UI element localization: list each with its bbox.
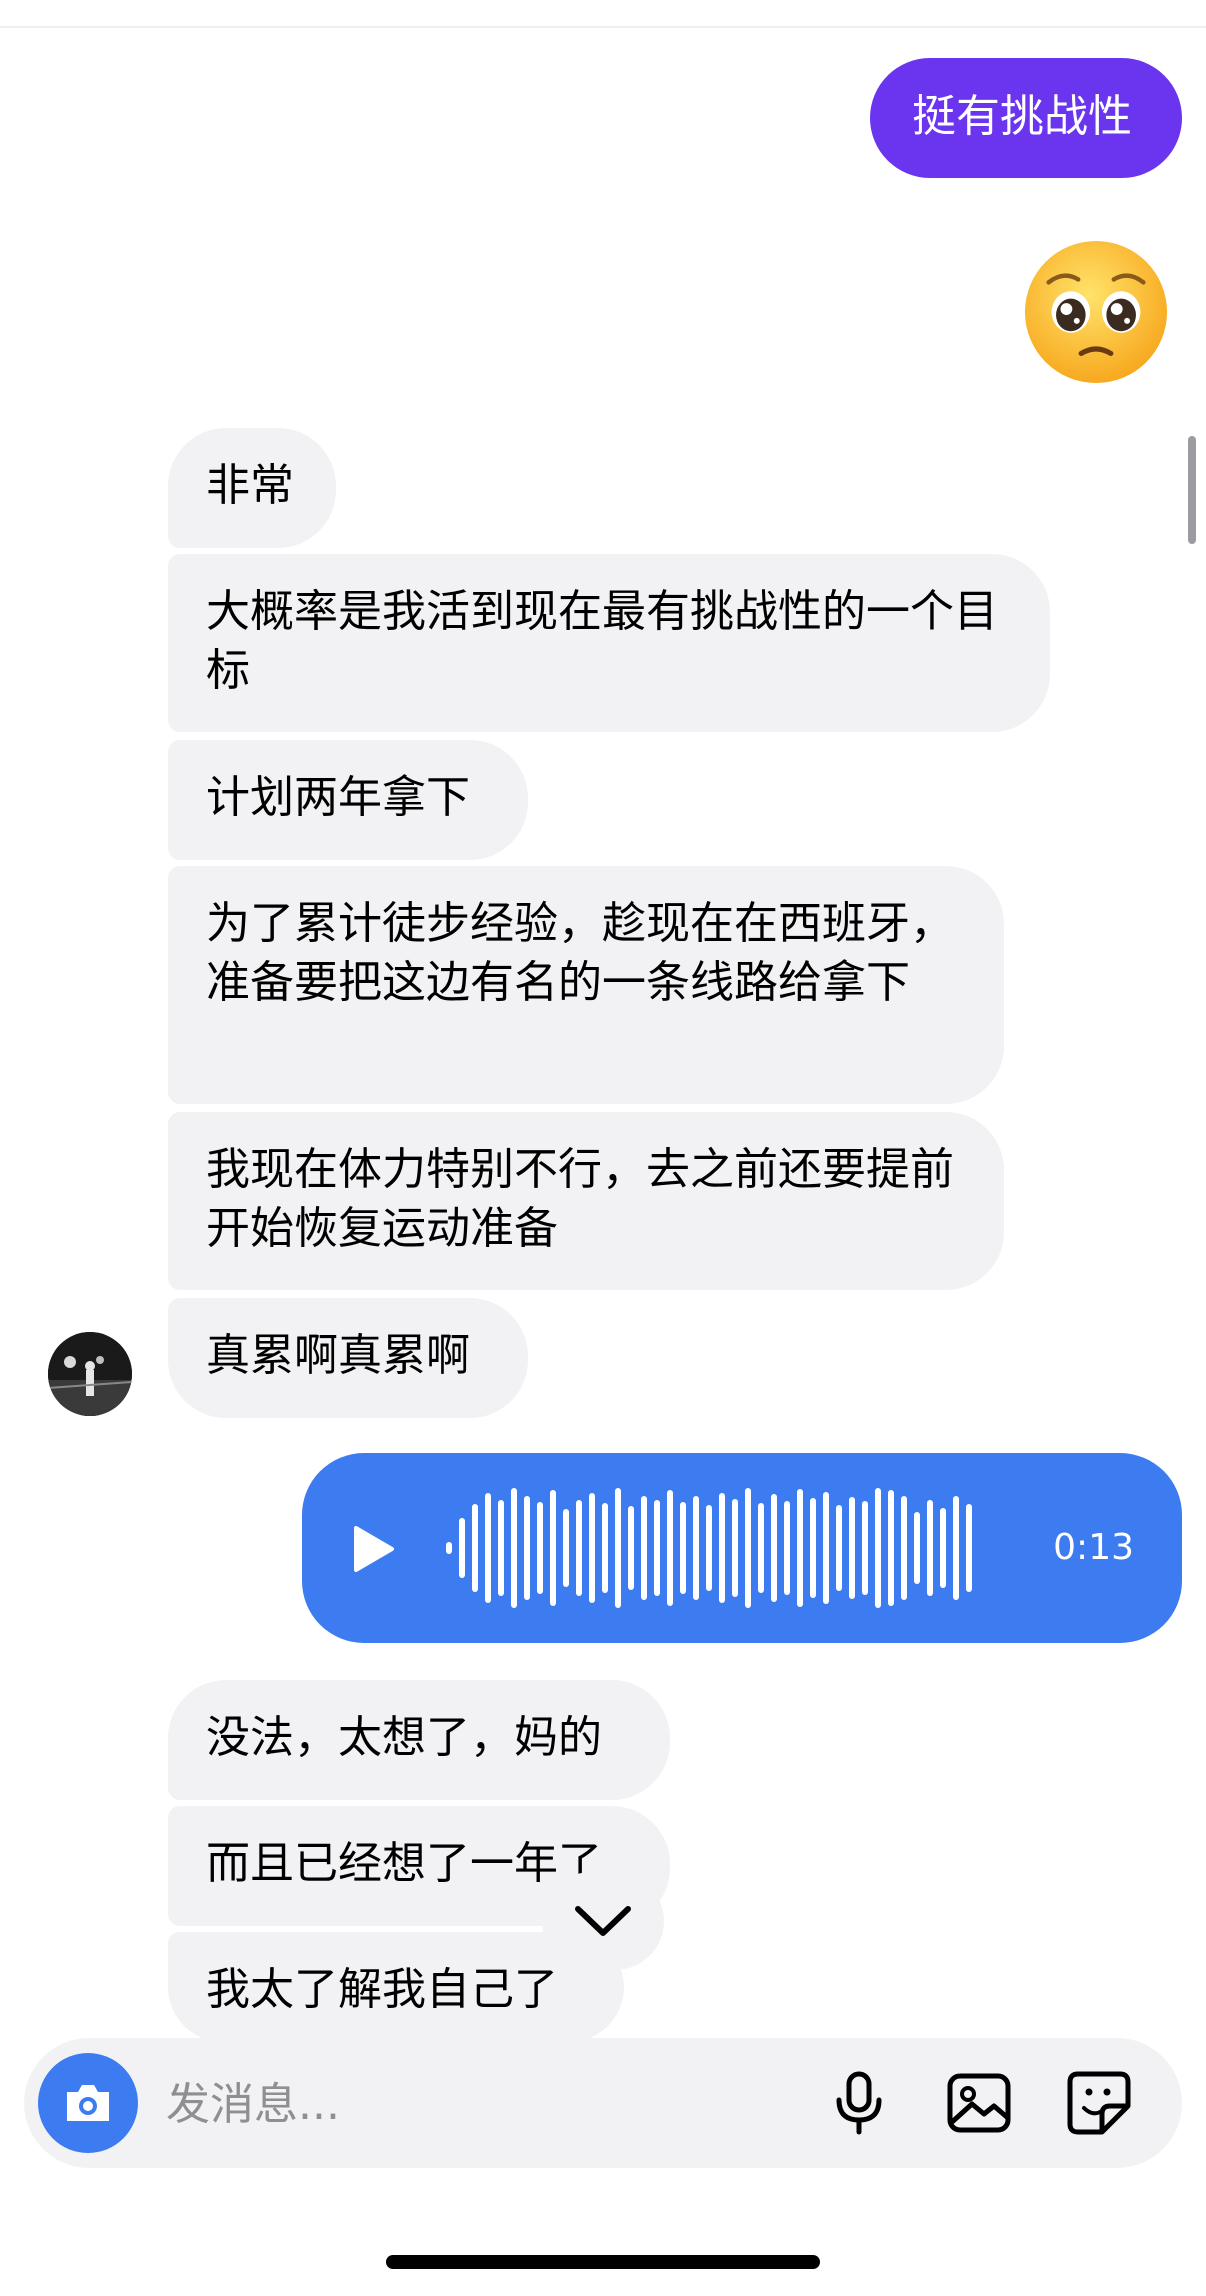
avatar[interactable] (48, 1332, 132, 1416)
waveform-bar (602, 1503, 608, 1593)
waveform-bar (641, 1496, 647, 1600)
waveform-bar (654, 1500, 660, 1596)
waveform-bar (901, 1496, 907, 1600)
voice-duration: 0:13 (1053, 1527, 1134, 1568)
waveform-bar (485, 1493, 491, 1603)
incoming-message[interactable]: 为了累计徒步经验，趁现在在西班牙，准备要把这边有名的一条线路给拿下 (168, 866, 1004, 1104)
header-divider (0, 26, 1206, 28)
waveform-bar (862, 1501, 868, 1595)
waveform-bar (797, 1489, 803, 1607)
waveform-bar (888, 1490, 894, 1606)
waveform-bar (706, 1505, 712, 1591)
incoming-message[interactable]: 没法，太想了，妈的 (168, 1680, 670, 1800)
waveform-bar (472, 1504, 478, 1592)
message-composer (24, 2038, 1182, 2168)
outgoing-message[interactable]: 挺有挑战性 (870, 58, 1182, 178)
waveform-bar (615, 1488, 621, 1608)
waveform-bar (771, 1494, 777, 1602)
incoming-message[interactable]: 计划两年拿下 (168, 740, 528, 860)
waveform-bar (810, 1498, 816, 1598)
waveform-bar (680, 1502, 686, 1594)
waveform-bar (966, 1504, 972, 1592)
waveform-bar (537, 1502, 543, 1594)
camera-icon (67, 2085, 109, 2121)
waveform-bar (745, 1488, 751, 1608)
microphone-icon[interactable] (824, 2068, 894, 2138)
sticker-icon[interactable] (1064, 2068, 1134, 2138)
chevron-down-icon (575, 1906, 631, 1936)
waveform-bar (511, 1488, 517, 1608)
incoming-message[interactable]: 我现在体力特别不行，去之前还要提前开始恢复运动准备 (168, 1112, 1004, 1290)
waveform-bar (875, 1488, 881, 1608)
waveform-bar (628, 1506, 634, 1590)
waveform-bar (576, 1500, 582, 1596)
incoming-message[interactable]: 大概率是我活到现在最有挑战性的一个目标 (168, 554, 1050, 732)
waveform-bar (940, 1508, 946, 1588)
image-icon[interactable] (944, 2068, 1014, 2138)
waveform-icon (446, 1488, 972, 1608)
waveform-bar (589, 1493, 595, 1603)
waveform-bar (927, 1500, 933, 1596)
waveform-bar (836, 1505, 842, 1591)
waveform-bar (758, 1503, 764, 1593)
waveform-bar (498, 1500, 504, 1596)
message-input[interactable] (164, 2068, 808, 2140)
incoming-message[interactable]: 真累啊真累啊 (168, 1298, 528, 1418)
waveform-bar (550, 1490, 556, 1606)
avatar-photo-icon (48, 1332, 132, 1416)
play-icon[interactable] (352, 1525, 396, 1573)
waveform-bar (667, 1490, 673, 1606)
voice-message[interactable]: 0:13 (302, 1453, 1182, 1643)
waveform-bar (914, 1512, 920, 1584)
incoming-message[interactable]: 非常 (168, 428, 336, 548)
waveform-bar (446, 1542, 452, 1554)
waveform-bar (784, 1501, 790, 1595)
waveform-bar (953, 1496, 959, 1600)
waveform-bar (693, 1496, 699, 1600)
waveform-bar (459, 1518, 465, 1578)
pleading-face-emoji[interactable] (1022, 238, 1170, 386)
waveform-bar (732, 1499, 738, 1597)
waveform-bar (823, 1492, 829, 1604)
waveform-bar (849, 1497, 855, 1599)
scrollbar[interactable] (1188, 436, 1196, 544)
waveform-bar (524, 1496, 530, 1600)
waveform-bar (563, 1509, 569, 1587)
scroll-to-bottom-button[interactable] (542, 1872, 664, 1970)
camera-button[interactable] (38, 2053, 138, 2153)
waveform-bar (719, 1493, 725, 1603)
home-indicator (386, 2255, 820, 2269)
